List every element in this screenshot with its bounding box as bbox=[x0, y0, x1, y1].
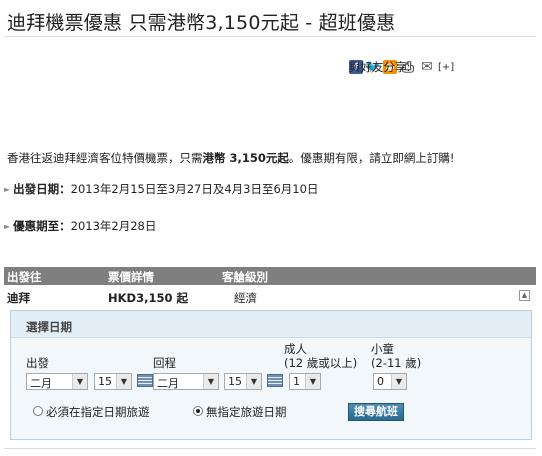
bottom-divider bbox=[4, 448, 536, 449]
row-fare: HKD3,150 起 bbox=[108, 291, 188, 305]
booking-panel-header: 選擇日期 bbox=[11, 311, 531, 338]
chevron-down-icon: ▼ bbox=[116, 374, 131, 389]
email-icon[interactable]: ✉ bbox=[419, 59, 435, 75]
return-label: 回程 bbox=[153, 356, 176, 370]
fare-table-header: 出發往 票價詳情 客艙級別 bbox=[4, 267, 536, 285]
departure-label: 出發日期： bbox=[13, 182, 71, 196]
departure-value: 2013年2月15日至3月27日及4月3日至6月10日 bbox=[70, 182, 319, 196]
row-destination: 迪拜 bbox=[7, 291, 30, 305]
child-sub-label: (2-11 歲) bbox=[371, 356, 422, 370]
validity-value: 2013年2月28日 bbox=[70, 219, 157, 233]
return-month-select[interactable]: 二月 ▼ bbox=[153, 373, 219, 390]
validity-label: 優惠期至： bbox=[13, 219, 71, 233]
intro-text: 香港往返迪拜經濟客位特價機票，只需港幣 3,150元起。優惠期有限，請立即網上訂… bbox=[7, 150, 455, 166]
table-row[interactable]: 迪拜 HKD3,150 起 經濟 ▲ bbox=[4, 287, 536, 307]
share-label: 與好友分享: bbox=[349, 60, 411, 74]
share-bar: 與好友分享: f 🐦 ◉ ⎙ ✉ [+] bbox=[349, 58, 455, 76]
validity-info: ► 優惠期至： 2013年2月28日 bbox=[4, 218, 156, 234]
header-class: 客艙級別 bbox=[222, 270, 268, 284]
depart-day-select[interactable]: 15 ▼ bbox=[94, 373, 132, 390]
intro-prefix: 香港往返迪拜經濟客位特價機票，只需 bbox=[7, 151, 203, 165]
depart-label: 出發 bbox=[26, 356, 49, 370]
header-destination: 出發往 bbox=[7, 270, 42, 284]
booking-panel: 選擇日期 成人 (12 歲或以上) 小童 (2-11 歲) 出發 回程 二月 ▼ … bbox=[10, 310, 532, 440]
header-fare: 票價詳情 bbox=[108, 270, 154, 284]
intro-suffix: 。優惠期有限，請立即網上訂購! bbox=[288, 151, 455, 165]
adult-sub-label: (12 歲或以上) bbox=[284, 356, 358, 370]
share-more-link[interactable]: [+] bbox=[438, 60, 455, 74]
return-day-select[interactable]: 15 ▼ bbox=[224, 373, 262, 390]
chevron-down-icon: ▼ bbox=[246, 374, 261, 389]
booking-title: 選擇日期 bbox=[26, 320, 72, 334]
chevron-down-icon: ▼ bbox=[391, 374, 406, 389]
flexible-date-radio[interactable] bbox=[193, 406, 203, 416]
title-divider bbox=[4, 36, 536, 37]
calendar-icon[interactable] bbox=[267, 374, 283, 387]
chevron-down-icon: ▼ bbox=[305, 374, 320, 389]
bullet-arrow-icon: ► bbox=[4, 221, 11, 231]
bullet-arrow-icon: ► bbox=[4, 184, 11, 194]
flexible-date-label: 無指定旅遊日期 bbox=[206, 405, 287, 419]
adult-count-select[interactable]: 1 ▼ bbox=[289, 373, 321, 390]
fixed-date-label: 必須在指定日期旅遊 bbox=[46, 405, 150, 419]
intro-price: 港幣 3,150元起 bbox=[202, 151, 289, 165]
chevron-down-icon: ▼ bbox=[203, 374, 218, 389]
calendar-icon[interactable] bbox=[137, 374, 153, 387]
fixed-date-radio[interactable] bbox=[33, 406, 43, 416]
search-flights-button[interactable]: 搜尋航班 bbox=[348, 403, 404, 421]
collapse-icon[interactable]: ▲ bbox=[519, 290, 530, 301]
child-count-select[interactable]: 0 ▼ bbox=[373, 373, 407, 390]
row-class: 經濟 bbox=[234, 291, 257, 305]
departure-info: ► 出發日期： 2013年2月15日至3月27日及4月3日至6月10日 bbox=[4, 181, 318, 197]
depart-month-select[interactable]: 二月 ▼ bbox=[26, 373, 88, 390]
chevron-down-icon: ▼ bbox=[72, 374, 87, 389]
page-title: 迪拜機票優惠 只需港幣3,150元起 - 超班優惠 bbox=[7, 12, 396, 34]
